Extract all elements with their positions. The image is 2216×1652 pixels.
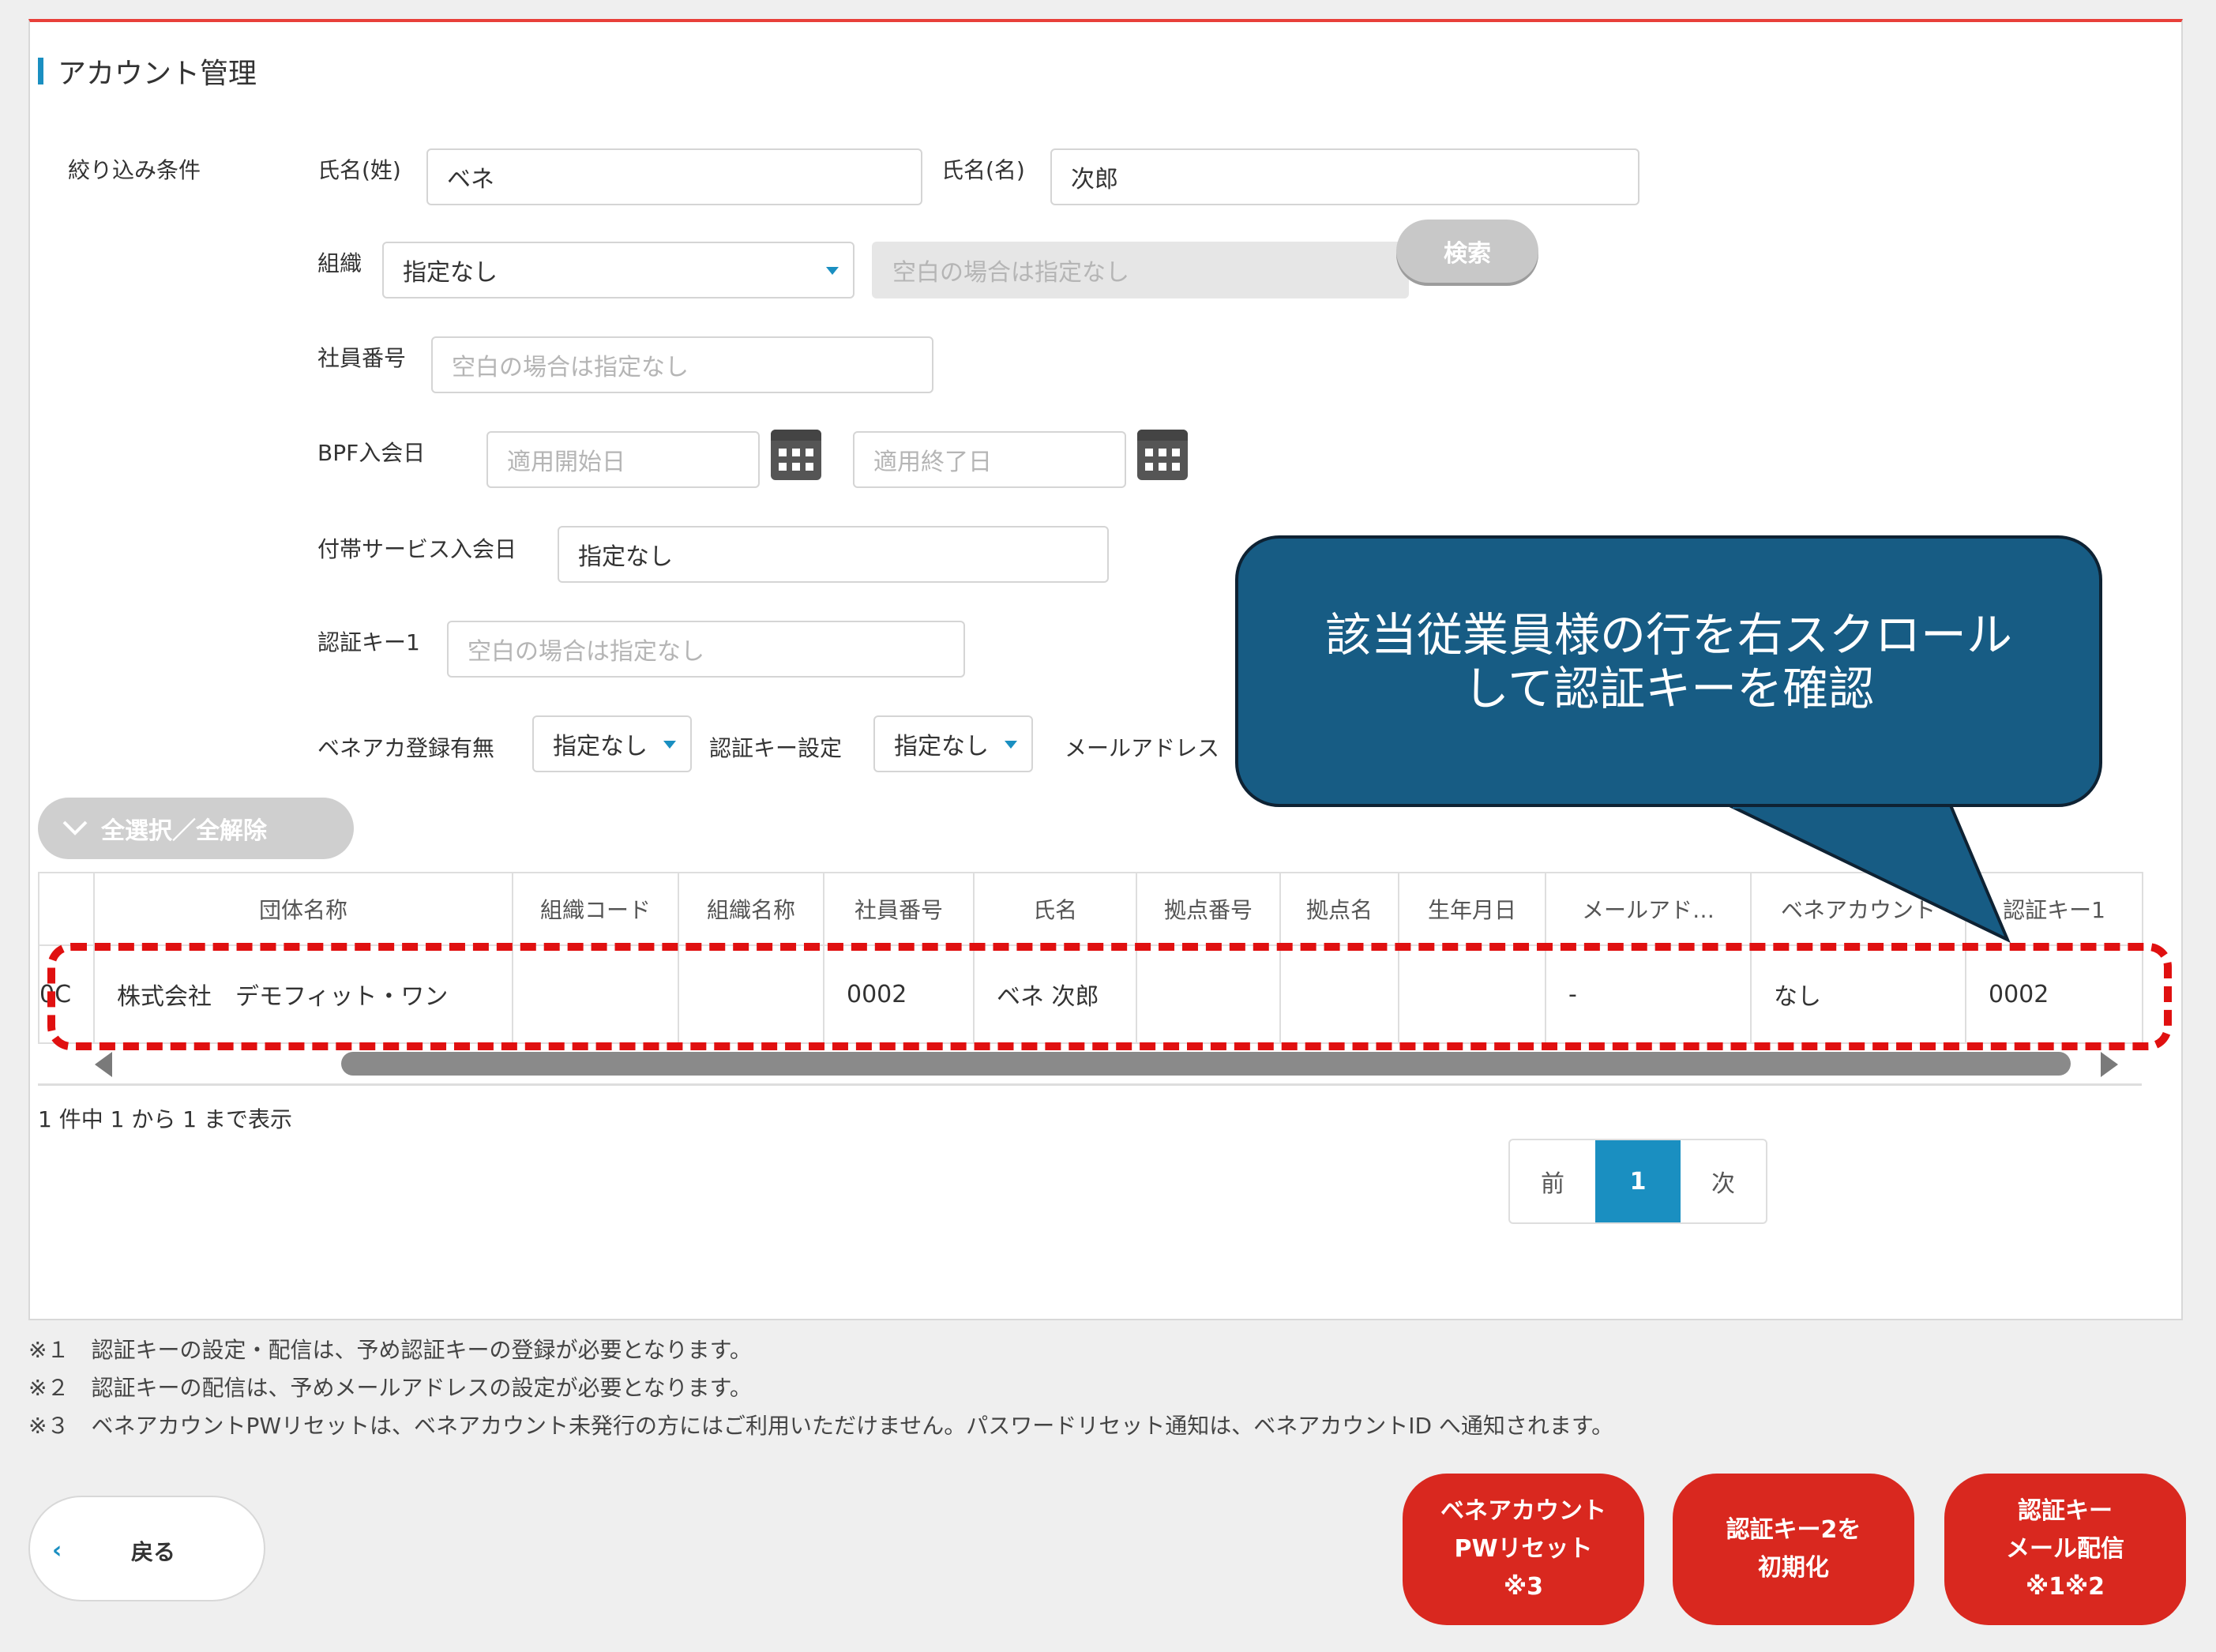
callout-text: 該当従業員様の行を右スクロール: [1324, 608, 2012, 662]
footnote: ※３ ベネアカウントPWリセットは、ベネアカウント未発行の方にはご利用いただけま…: [28, 1413, 1614, 1439]
button-label: メール配信: [2006, 1535, 2124, 1563]
chevron-left-icon: ‹: [52, 1537, 62, 1564]
column-header[interactable]: 社員番号: [823, 872, 975, 946]
first-name-label: 氏名(名): [941, 157, 1025, 183]
auth-key-setting-select[interactable]: 指定なし: [873, 715, 1033, 772]
org-label: 組織: [317, 250, 362, 276]
first-name-input[interactable]: 次郎: [1050, 148, 1639, 205]
init-auth-key2-button[interactable]: 認証キー2を 初期化: [1673, 1474, 1914, 1625]
callout-bubble: 該当従業員様の行を右スクロール して認証キーを確認: [1235, 535, 2102, 807]
bene-registration-label: ベネアカ登録有無: [317, 735, 495, 761]
pagination-next[interactable]: 次: [1681, 1140, 1766, 1222]
bpf-start-date-input[interactable]: 適用開始日: [486, 431, 760, 488]
chevron-down-icon: [62, 820, 88, 835]
footnote: ※２ 認証キーの配信は、予めメールアドレスの設定が必要となります。: [28, 1375, 752, 1401]
button-label: ※3: [1503, 1573, 1544, 1601]
bene-registration-select[interactable]: 指定なし: [532, 715, 692, 772]
employee-number-label: 社員番号: [317, 345, 407, 371]
column-header[interactable]: 拠点番号: [1136, 872, 1281, 946]
back-button-label: 戻る: [131, 1539, 176, 1565]
button-label: 認証キー2を: [1726, 1516, 1861, 1544]
result-count: 1 件中 1 から 1 まで表示: [38, 1106, 292, 1132]
scroll-right-icon[interactable]: [2101, 1052, 2118, 1077]
last-name-label: 氏名(姓): [317, 157, 401, 183]
column-header[interactable]: [38, 872, 95, 946]
service-join-date-label: 付帯サービス入会日: [317, 536, 517, 562]
org-input[interactable]: 空白の場合は指定なし: [872, 242, 1409, 298]
email-label: メールアドレス: [1065, 735, 1220, 761]
callout-text: して認証キーを確認: [1463, 662, 1875, 715]
footnotes: ※１ 認証キーの設定・配信は、予め認証キーの登録が必要となります。 ※２ 認証キ…: [28, 1331, 1613, 1445]
column-header[interactable]: 組織名称: [678, 872, 824, 946]
column-header[interactable]: 氏名: [973, 872, 1137, 946]
pagination-page[interactable]: 1: [1595, 1140, 1681, 1222]
chevron-down-icon: [1005, 741, 1017, 749]
auth-key-setting-label: 認証キー設定: [709, 735, 843, 761]
column-header[interactable]: メールアド…: [1545, 872, 1752, 946]
select-all-button[interactable]: 全選択／全解除: [38, 798, 354, 859]
page-title: アカウント管理: [38, 51, 257, 92]
button-label: 初期化: [1758, 1554, 1829, 1582]
back-button[interactable]: ‹ 戻る: [28, 1496, 265, 1601]
footnote: ※１ 認証キーの設定・配信は、予め認証キーの登録が必要となります。: [28, 1337, 752, 1363]
button-label: PWリセット: [1454, 1535, 1593, 1563]
button-label: ※1※2: [2025, 1573, 2105, 1601]
auth-key-mail-button[interactable]: 認証キー メール配信 ※1※2: [1944, 1474, 2186, 1625]
pagination: 前 1 次: [1508, 1139, 1767, 1224]
callout-tail: [1730, 802, 2011, 944]
title-accent-bar: [38, 58, 43, 84]
filter-section-label: 絞り込み条件: [68, 157, 201, 183]
bene-account-pw-reset-button[interactable]: ベネアカウント PWリセット ※3: [1403, 1474, 1644, 1625]
auth-key1-input[interactable]: 空白の場合は指定なし: [447, 621, 965, 678]
button-label: ベネアカウント: [1440, 1497, 1606, 1525]
bpf-join-date-label: BPF入会日: [317, 440, 426, 466]
org-select-value: 指定なし: [403, 259, 498, 287]
scroll-left-icon[interactable]: [95, 1052, 112, 1077]
page-title-text: アカウント管理: [58, 58, 257, 90]
column-header[interactable]: 団体名称: [93, 872, 513, 946]
row-highlight-annotation: [47, 943, 2172, 1050]
chevron-down-icon: [826, 267, 839, 275]
column-header[interactable]: 生年月日: [1398, 872, 1546, 946]
button-label: 認証キー: [2018, 1497, 2113, 1525]
bene-registration-value: 指定なし: [553, 733, 648, 760]
service-join-date-input[interactable]: 指定なし: [558, 526, 1109, 583]
bpf-end-date-input[interactable]: 適用終了日: [853, 431, 1126, 488]
calendar-icon[interactable]: [1137, 430, 1188, 480]
last-name-input[interactable]: ベネ: [426, 148, 922, 205]
calendar-icon[interactable]: [771, 430, 821, 480]
chevron-down-icon: [663, 741, 676, 749]
select-all-label: 全選択／全解除: [101, 817, 267, 845]
scrollbar-thumb[interactable]: [341, 1052, 2071, 1076]
auth-key-setting-value: 指定なし: [894, 733, 989, 760]
column-header[interactable]: 拠点名: [1279, 872, 1399, 946]
divider: [38, 1083, 2142, 1086]
column-header[interactable]: 組織コード: [512, 872, 679, 946]
org-select[interactable]: 指定なし: [382, 242, 854, 298]
search-button[interactable]: 検索: [1396, 220, 1538, 283]
auth-key1-label: 認証キー1: [317, 629, 420, 655]
pagination-prev[interactable]: 前: [1510, 1140, 1595, 1222]
employee-number-input[interactable]: 空白の場合は指定なし: [431, 336, 933, 393]
